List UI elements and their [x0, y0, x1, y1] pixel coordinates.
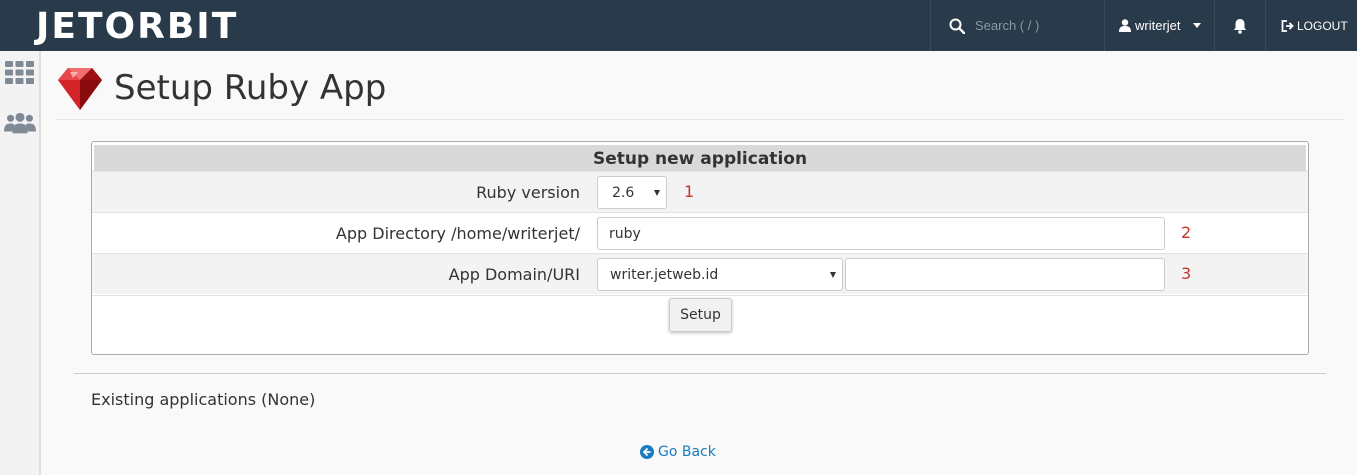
app-directory-input[interactable]: [597, 217, 1165, 250]
form-row-app-domain: App Domain/URI writer.jetweb.id 3: [92, 253, 1308, 294]
form-row-ruby-version: Ruby version 2.6 1: [92, 171, 1308, 212]
username-label: writerjet: [1135, 18, 1181, 33]
user-icon: [1119, 19, 1131, 32]
app-domain-label: App Domain/URI: [448, 265, 580, 284]
search-input[interactable]: [975, 18, 1095, 33]
ruby-icon: [58, 68, 102, 110]
back-arrow-icon: [640, 445, 654, 459]
app-domain-value: writer.jetweb.id: [610, 266, 719, 283]
logo-text: JETORBIT: [36, 5, 239, 47]
page-title: Setup Ruby App: [114, 68, 387, 108]
chevron-down-icon: [654, 190, 660, 196]
title-divider: [56, 119, 1343, 120]
bell-icon: [1233, 18, 1247, 34]
setup-button[interactable]: Setup: [669, 298, 732, 332]
go-back-label: Go Back: [658, 444, 716, 460]
setup-form-panel: Setup new application Ruby version 2.6 1…: [91, 141, 1309, 355]
app-uri-path-input[interactable]: [845, 258, 1165, 291]
form-row-app-directory: App Directory /home/writerjet/ 2: [92, 212, 1308, 253]
ruby-version-select[interactable]: 2.6: [597, 176, 667, 209]
ruby-version-value: 2.6: [612, 184, 635, 201]
step-number-2: 2: [1181, 223, 1192, 242]
ruby-version-label: Ruby version: [476, 183, 580, 202]
sidebar-item-users[interactable]: [4, 109, 36, 137]
logout-icon: [1281, 19, 1294, 32]
sidebar-item-home[interactable]: [4, 59, 36, 87]
logout-button[interactable]: LOGOUT: [1265, 0, 1357, 51]
form-header: Setup new application: [94, 145, 1306, 174]
app-domain-select[interactable]: writer.jetweb.id: [597, 258, 843, 291]
app-directory-label: App Directory /home/writerjet/: [335, 224, 580, 243]
step-number-3: 3: [1181, 264, 1192, 283]
top-navbar: JETORBIT writerjet LOGOUT: [0, 0, 1357, 51]
existing-applications-text: Existing applications (None): [91, 390, 316, 409]
go-back-link[interactable]: Go Back: [640, 444, 716, 460]
chevron-down-icon: [830, 272, 836, 278]
logout-label: LOGOUT: [1297, 18, 1348, 33]
user-menu[interactable]: writerjet: [1104, 0, 1214, 51]
grid-icon: [5, 61, 34, 84]
step-number-1: 1: [684, 182, 695, 201]
notifications-button[interactable]: [1214, 0, 1265, 51]
chevron-down-icon: [1192, 23, 1201, 28]
brand-logo[interactable]: JETORBIT: [36, 5, 239, 47]
page-header: Setup Ruby App: [56, 60, 386, 116]
left-sidebar: [0, 51, 41, 475]
search-icon: [949, 18, 965, 34]
row-divider: [92, 295, 1308, 296]
users-icon: [4, 112, 36, 134]
section-divider: [74, 373, 1326, 374]
search-box[interactable]: [930, 0, 1104, 51]
